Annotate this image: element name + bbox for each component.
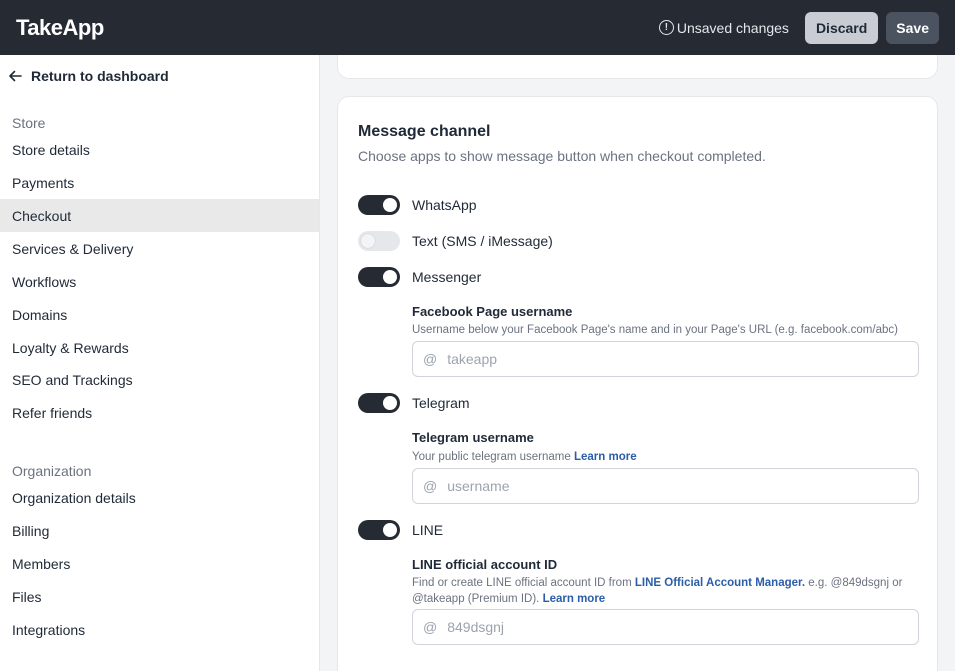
info-icon: ! bbox=[658, 20, 674, 35]
sidebar-item-members[interactable]: Members bbox=[0, 547, 319, 580]
facebook-username-input[interactable] bbox=[447, 351, 888, 367]
telegram-username-input[interactable] bbox=[447, 478, 888, 494]
at-prefix: @ bbox=[423, 351, 438, 367]
unsaved-text: Unsaved changes bbox=[676, 19, 789, 36]
telegram-learn-more-link[interactable]: Learn more bbox=[574, 451, 637, 463]
telegram-toggle[interactable] bbox=[358, 393, 400, 413]
facebook-username-label: Facebook Page username bbox=[412, 304, 573, 319]
line-account-id-input[interactable] bbox=[447, 619, 888, 635]
previous-card bbox=[337, 55, 938, 79]
line-account-id-label: LINE official account ID bbox=[412, 557, 558, 572]
messenger-toggle[interactable] bbox=[358, 267, 400, 287]
sidebar-item-loyalty-rewards[interactable]: Loyalty & Rewards bbox=[0, 331, 319, 364]
return-to-dashboard-link[interactable]: Return to dashboard bbox=[8, 68, 169, 84]
line-label: LINE bbox=[412, 522, 444, 538]
sidebar-item-refer-friends[interactable]: Refer friends bbox=[0, 396, 319, 429]
text-sms-toggle[interactable] bbox=[358, 231, 400, 251]
telegram-row: Telegram bbox=[358, 393, 470, 413]
settings-sidebar: Return to dashboard Store Store details … bbox=[0, 55, 320, 671]
sidebar-item-payments[interactable]: Payments bbox=[0, 166, 319, 199]
sidebar-item-files[interactable]: Files bbox=[0, 580, 319, 613]
top-bar: TakeApp ! Unsaved changes Discard Save bbox=[0, 0, 955, 55]
unsaved-indicator: ! Unsaved changes bbox=[658, 19, 789, 36]
section-label-store: Store bbox=[12, 115, 46, 131]
messenger-row: Messenger bbox=[358, 267, 481, 287]
text-sms-label: Text (SMS / iMessage) bbox=[412, 233, 553, 249]
line-toggle[interactable] bbox=[358, 520, 400, 540]
line-learn-more-link[interactable]: Learn more bbox=[543, 593, 606, 605]
main-content[interactable]: Message channel Choose apps to show mess… bbox=[320, 55, 955, 671]
save-button[interactable]: Save bbox=[886, 11, 939, 44]
facebook-username-help: Username below your Facebook Page's name… bbox=[412, 324, 898, 336]
sidebar-item-domains[interactable]: Domains bbox=[0, 298, 319, 331]
sidebar-item-billing[interactable]: Billing bbox=[0, 514, 319, 547]
discard-button[interactable]: Discard bbox=[804, 11, 879, 44]
top-actions: ! Unsaved changes Discard Save bbox=[658, 11, 939, 44]
telegram-label: Telegram bbox=[412, 395, 470, 411]
sidebar-item-services-delivery[interactable]: Services & Delivery bbox=[0, 232, 319, 265]
whatsapp-toggle[interactable] bbox=[358, 195, 400, 215]
sidebar-item-checkout[interactable]: Checkout bbox=[0, 199, 319, 232]
whatsapp-label: WhatsApp bbox=[412, 197, 477, 213]
telegram-username-field: @ bbox=[412, 468, 919, 504]
return-to-dashboard-label: Return to dashboard bbox=[31, 68, 169, 84]
telegram-username-label: Telegram username bbox=[412, 430, 534, 445]
arrow-left-icon bbox=[9, 70, 22, 82]
card-subtitle: Choose apps to show message button when … bbox=[358, 148, 766, 164]
section-label-organization: Organization bbox=[12, 463, 92, 479]
card-title: Message channel bbox=[358, 123, 491, 140]
text-sms-row: Text (SMS / iMessage) bbox=[358, 231, 553, 251]
app-logo[interactable]: TakeApp bbox=[16, 15, 104, 41]
facebook-username-field: @ bbox=[412, 341, 919, 377]
message-channel-card: Message channel Choose apps to show mess… bbox=[337, 96, 938, 671]
line-row: LINE bbox=[358, 520, 443, 540]
sidebar-item-seo-trackings[interactable]: SEO and Trackings bbox=[0, 363, 319, 396]
at-prefix: @ bbox=[423, 478, 438, 494]
messenger-label: Messenger bbox=[412, 269, 482, 285]
line-account-id-help: Find or create LINE official account ID … bbox=[412, 577, 903, 605]
sidebar-item-workflows[interactable]: Workflows bbox=[0, 265, 319, 298]
telegram-username-help: Your public telegram username Learn more bbox=[412, 451, 637, 463]
line-account-id-field: @ bbox=[412, 609, 919, 645]
line-oa-manager-link[interactable]: LINE Official Account Manager. bbox=[635, 577, 805, 589]
whatsapp-row: WhatsApp bbox=[358, 195, 477, 215]
sidebar-item-store-details[interactable]: Store details bbox=[0, 133, 319, 166]
sidebar-item-organization-details[interactable]: Organization details bbox=[0, 481, 319, 514]
sidebar-item-integrations[interactable]: Integrations bbox=[0, 613, 319, 646]
at-prefix: @ bbox=[423, 619, 438, 635]
